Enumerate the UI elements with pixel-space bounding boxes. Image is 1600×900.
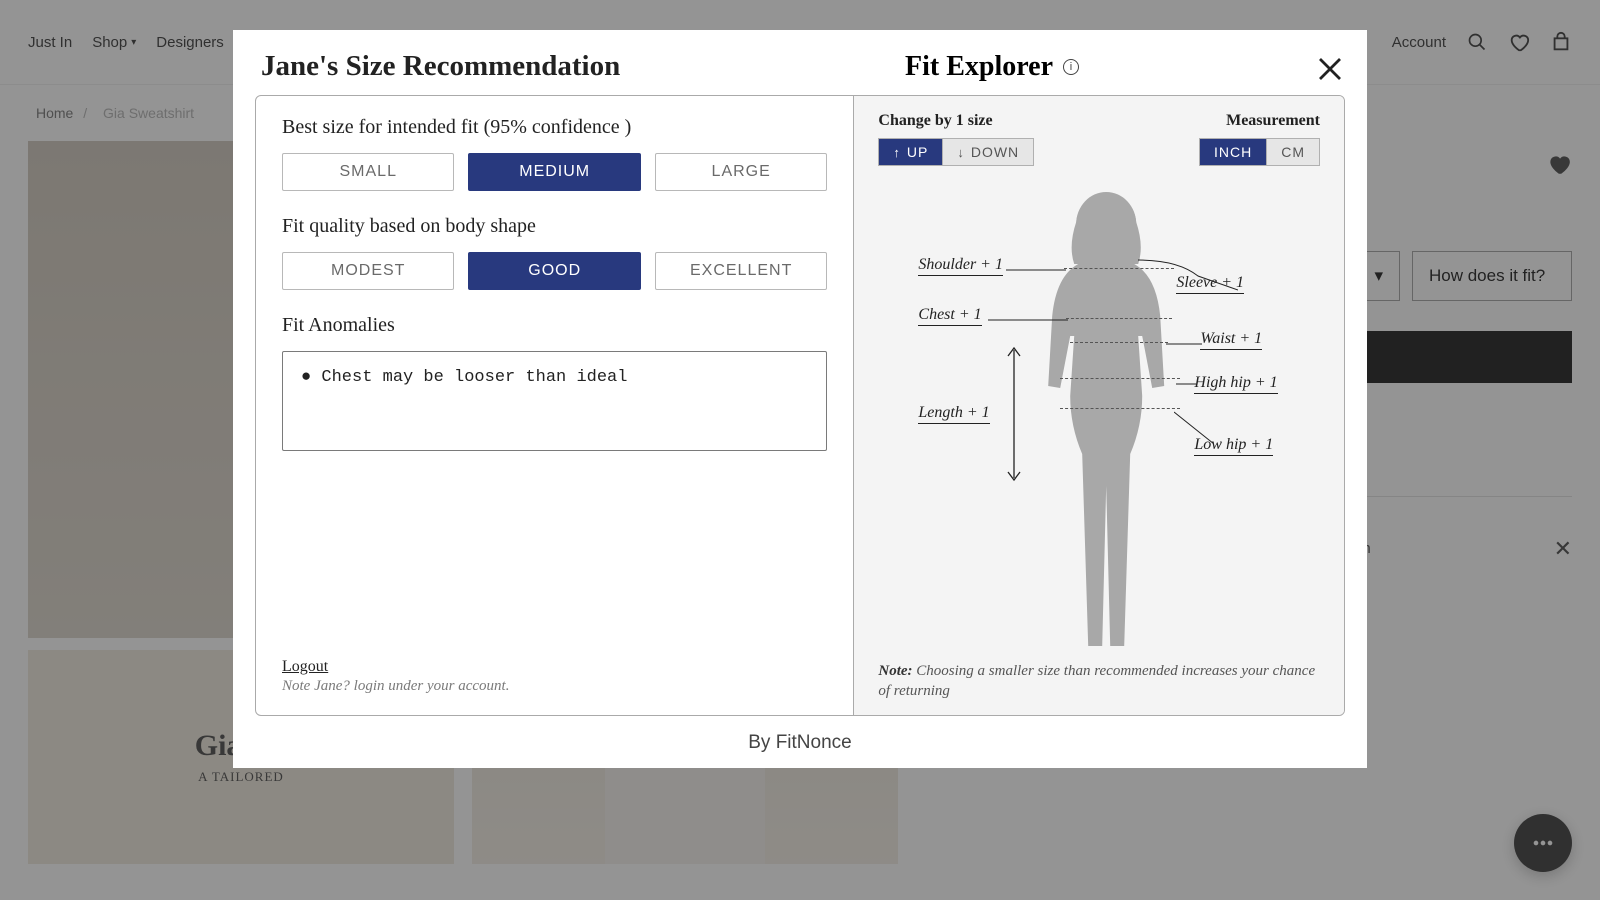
fit-explorer-panel: Change by 1 size ↑ UP ↓ DOWN Measurement bbox=[854, 96, 1344, 715]
size-down-button[interactable]: ↓ DOWN bbox=[942, 139, 1033, 165]
unit-inch-button[interactable]: INCH bbox=[1200, 139, 1266, 165]
silhouette-icon bbox=[1016, 186, 1196, 656]
arrow-up-icon: ↑ bbox=[893, 145, 901, 160]
change-size-label: Change by 1 size bbox=[878, 112, 1034, 130]
size-buttons: SMALL MEDIUM LARGE bbox=[282, 153, 827, 191]
fit-explorer-title: Fit Explorer i bbox=[905, 51, 1079, 83]
modal-footer: By FitNonce bbox=[233, 716, 1367, 768]
anomaly-item: ● Chest may be looser than ideal bbox=[301, 368, 808, 387]
quality-excellent-button[interactable]: EXCELLENT bbox=[655, 252, 827, 290]
size-medium-button[interactable]: MEDIUM bbox=[468, 153, 640, 191]
anomalies-box: ● Chest may be looser than ideal bbox=[282, 351, 827, 451]
size-direction-toggle: ↑ UP ↓ DOWN bbox=[878, 138, 1034, 166]
down-label: DOWN bbox=[971, 144, 1019, 160]
callout-length: Length + 1 bbox=[918, 404, 989, 424]
up-label: UP bbox=[907, 144, 928, 160]
size-large-button[interactable]: LARGE bbox=[655, 153, 827, 191]
note-text: Choosing a smaller size than recommended… bbox=[878, 663, 1315, 699]
unit-toggle: INCH CM bbox=[1199, 138, 1320, 166]
callout-waist: Waist + 1 bbox=[1200, 330, 1262, 350]
logout-link[interactable]: Logout bbox=[282, 658, 827, 676]
best-size-label: Best size for intended fit (95% confiden… bbox=[282, 116, 827, 139]
fit-explorer-label: Fit Explorer bbox=[905, 51, 1053, 83]
fit-note: Note: Choosing a smaller size than recom… bbox=[878, 661, 1320, 702]
info-icon[interactable]: i bbox=[1063, 59, 1079, 75]
body-figure: Shoulder + 1 Chest + 1 Length + 1 Sleeve… bbox=[878, 176, 1320, 661]
arrow-down-icon: ↓ bbox=[957, 145, 965, 160]
size-small-button[interactable]: SMALL bbox=[282, 153, 454, 191]
quality-buttons: MODEST GOOD EXCELLENT bbox=[282, 252, 827, 290]
measurement-label: Measurement bbox=[1226, 112, 1320, 130]
callout-shoulder: Shoulder + 1 bbox=[918, 256, 1003, 276]
anomalies-label: Fit Anomalies bbox=[282, 314, 827, 337]
recommendation-panel: Best size for intended fit (95% confiden… bbox=[256, 96, 854, 715]
quality-good-button[interactable]: GOOD bbox=[468, 252, 640, 290]
anomaly-text: Chest may be looser than ideal bbox=[321, 368, 627, 387]
quality-modest-button[interactable]: MODEST bbox=[282, 252, 454, 290]
unit-cm-button[interactable]: CM bbox=[1266, 139, 1319, 165]
note-prefix: Note: bbox=[878, 663, 912, 679]
callout-high-hip: High hip + 1 bbox=[1194, 374, 1277, 394]
modal-title: Jane's Size Recommendation bbox=[261, 50, 620, 83]
size-recommendation-modal: Jane's Size Recommendation Fit Explorer … bbox=[233, 30, 1367, 768]
callout-chest: Chest + 1 bbox=[918, 306, 981, 326]
modal-header: Jane's Size Recommendation Fit Explorer … bbox=[233, 30, 1367, 95]
size-up-button[interactable]: ↑ UP bbox=[879, 139, 942, 165]
close-button[interactable] bbox=[1315, 54, 1345, 84]
fit-quality-label: Fit quality based on body shape bbox=[282, 215, 827, 238]
login-note: Note Jane? login under your account. bbox=[282, 678, 827, 695]
